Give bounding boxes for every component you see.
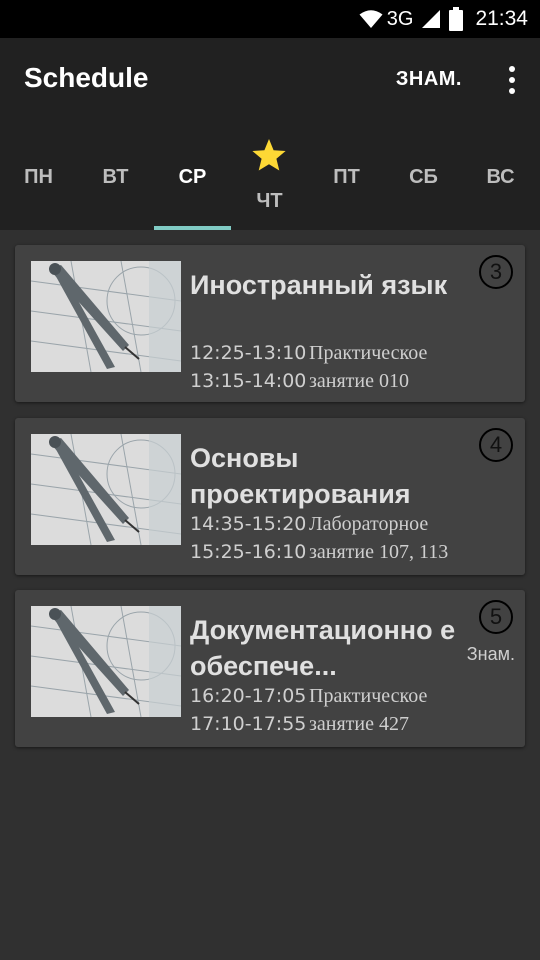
lesson-type: Практическое [309,342,428,364]
lesson-time-2: 15:25-16:10 [190,541,307,563]
tab-thursday[interactable]: ЧТ [231,128,308,230]
signal-icon [421,9,441,29]
tab-label: ВТ [102,166,129,188]
tab-label: ЧТ [256,190,283,212]
tab-tuesday[interactable]: ВТ [77,128,154,230]
clock: 21:34 [475,7,528,30]
tab-sunday[interactable]: ВС [462,128,539,230]
wifi-icon [359,9,383,29]
lesson-type: Практическое [309,685,428,707]
lesson-card[interactable]: Документационно е обеспече... 16:20-17:0… [15,590,525,747]
tab-indicator [154,226,231,230]
tab-monday[interactable]: ПН [0,128,77,230]
lesson-card[interactable]: Иностранный язык 12:25-13:10 13:15-14:00… [15,245,525,402]
znam-action-button[interactable]: ЗНАМ. [396,68,462,91]
lesson-type: Лабораторное [309,513,429,535]
lesson-thumbnail [31,606,181,717]
tab-label: ПН [24,166,53,188]
app-bar: Schedule ЗНАМ. ПН ВТ СР ЧТ ПТ СБ ВС [0,38,540,230]
app-title: Schedule [24,62,149,93]
tab-saturday[interactable]: СБ [385,128,462,230]
battery-icon [449,7,464,31]
tab-label: СР [178,166,207,188]
lesson-number-badge: 3 [479,255,513,289]
tab-label: СБ [409,166,438,188]
lesson-time-2: 17:10-17:55 [190,713,307,735]
lesson-title: Документационно е обеспече... [190,615,456,681]
lesson-time-1: 14:35-15:20 [190,513,307,535]
lesson-thumbnail [31,434,181,545]
tab-wednesday[interactable]: СР [154,128,231,230]
star-icon [251,138,287,177]
lesson-card[interactable]: Основы проектирования 14:35-15:20 15:25-… [15,418,525,575]
more-vert-icon[interactable] [508,66,516,94]
lesson-time-1: 16:20-17:05 [190,685,307,707]
lesson-thumbnail [31,261,181,372]
lesson-room: занятие 010 [309,370,409,392]
tab-label: ВС [486,166,515,188]
lesson-title: Иностранный язык [190,270,448,300]
lesson-room: занятие 427 [309,713,409,735]
lesson-title: Основы проектирования [190,443,411,509]
status-icons: 3G 21:34 [359,0,528,38]
lesson-number-badge: 5 [479,600,513,634]
day-tabs: ПН ВТ СР ЧТ ПТ СБ ВС [0,128,540,230]
week-type-tag: Знам. [466,644,515,664]
lesson-number-badge: 4 [479,428,513,462]
network-type: 3G [386,7,414,30]
tab-friday[interactable]: ПТ [308,128,385,230]
lesson-time-2: 13:15-14:00 [190,370,307,392]
tab-label: ПТ [333,166,360,188]
lesson-time-1: 12:25-13:10 [190,342,307,364]
lesson-room: занятие 107, 113 [309,541,449,563]
status-bar: 3G 21:34 [0,0,540,38]
